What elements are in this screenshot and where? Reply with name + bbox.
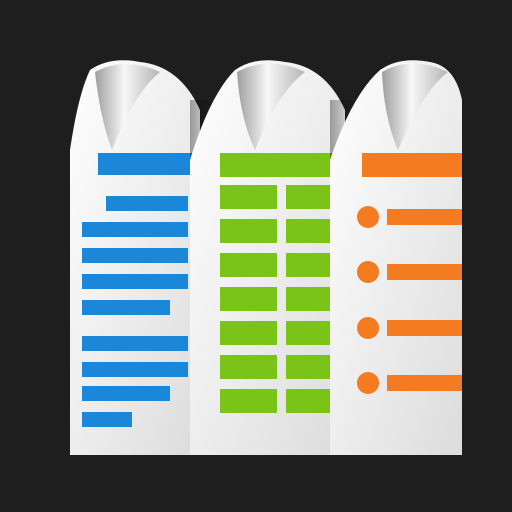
bullet-line [387, 320, 462, 336]
text-line [82, 300, 170, 315]
text-line [82, 336, 188, 351]
cell [286, 185, 335, 209]
text-line [82, 222, 188, 237]
cell [220, 185, 277, 209]
bullet-dot [357, 206, 379, 228]
cell [220, 321, 277, 345]
bullet-dot [357, 317, 379, 339]
text-document-page [70, 60, 210, 455]
cell [286, 389, 335, 413]
text-line [82, 386, 170, 401]
cell [286, 219, 335, 243]
cell [286, 287, 335, 311]
bullet-dot [357, 261, 379, 283]
cell [286, 321, 335, 345]
text-line [82, 274, 188, 289]
bullet-line [387, 209, 462, 225]
cell [286, 355, 335, 379]
app-icon [0, 0, 512, 512]
text-line [82, 362, 188, 377]
bullet-line [387, 264, 462, 280]
slide-header-bar [362, 153, 462, 177]
cell [220, 287, 277, 311]
presentation-page [330, 60, 462, 455]
documents-suite-icon [70, 60, 462, 455]
cell [286, 253, 335, 277]
spreadsheet-page [190, 60, 345, 455]
cell [220, 253, 277, 277]
text-line [82, 248, 188, 263]
cell [220, 355, 277, 379]
cell [220, 219, 277, 243]
text-line [106, 196, 188, 211]
bullet-dot [357, 372, 379, 394]
text-line [82, 412, 132, 427]
sheet-header-bar [220, 153, 345, 177]
bullet-line [387, 375, 462, 391]
cell [220, 389, 277, 413]
